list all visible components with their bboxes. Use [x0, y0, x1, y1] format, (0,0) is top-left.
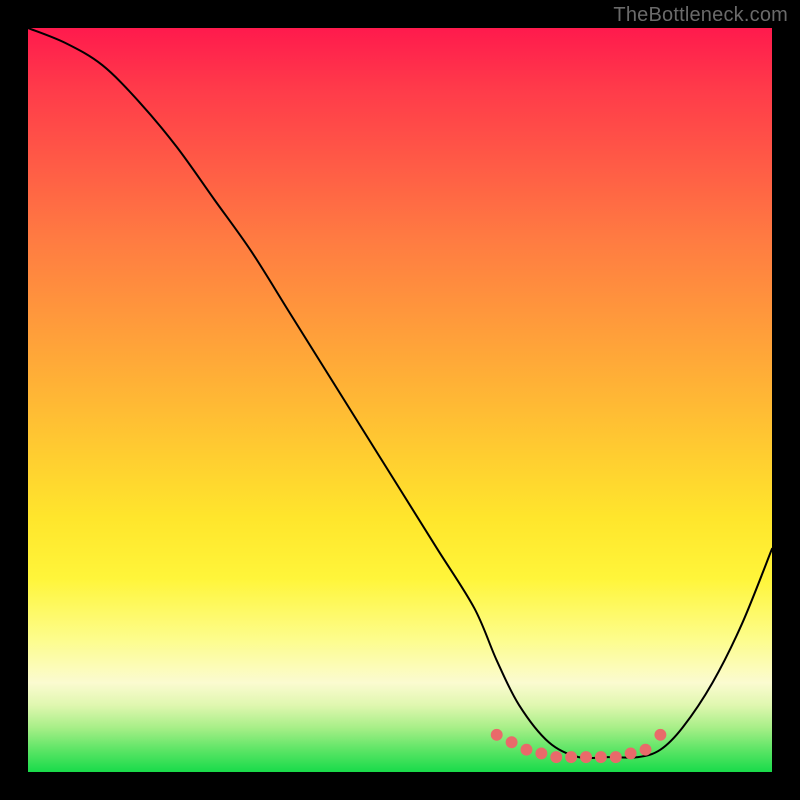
- watermark-text: TheBottleneck.com: [613, 4, 788, 27]
- optimal-dot: [506, 736, 518, 748]
- optimal-dot: [610, 751, 622, 763]
- optimal-dot: [521, 744, 533, 756]
- optimal-dot: [580, 751, 592, 763]
- optimal-dot: [535, 747, 547, 759]
- chart-frame: TheBottleneck.com: [0, 0, 800, 800]
- optimal-dot: [640, 744, 652, 756]
- curve-layer: [28, 28, 772, 772]
- optimal-dot: [550, 751, 562, 763]
- bottleneck-curve: [28, 28, 772, 758]
- optimal-dot: [595, 751, 607, 763]
- optimal-dot: [565, 751, 577, 763]
- optimal-dot: [654, 729, 666, 741]
- plot-area: [28, 28, 772, 772]
- optimal-dot: [625, 747, 637, 759]
- optimal-dot: [491, 729, 503, 741]
